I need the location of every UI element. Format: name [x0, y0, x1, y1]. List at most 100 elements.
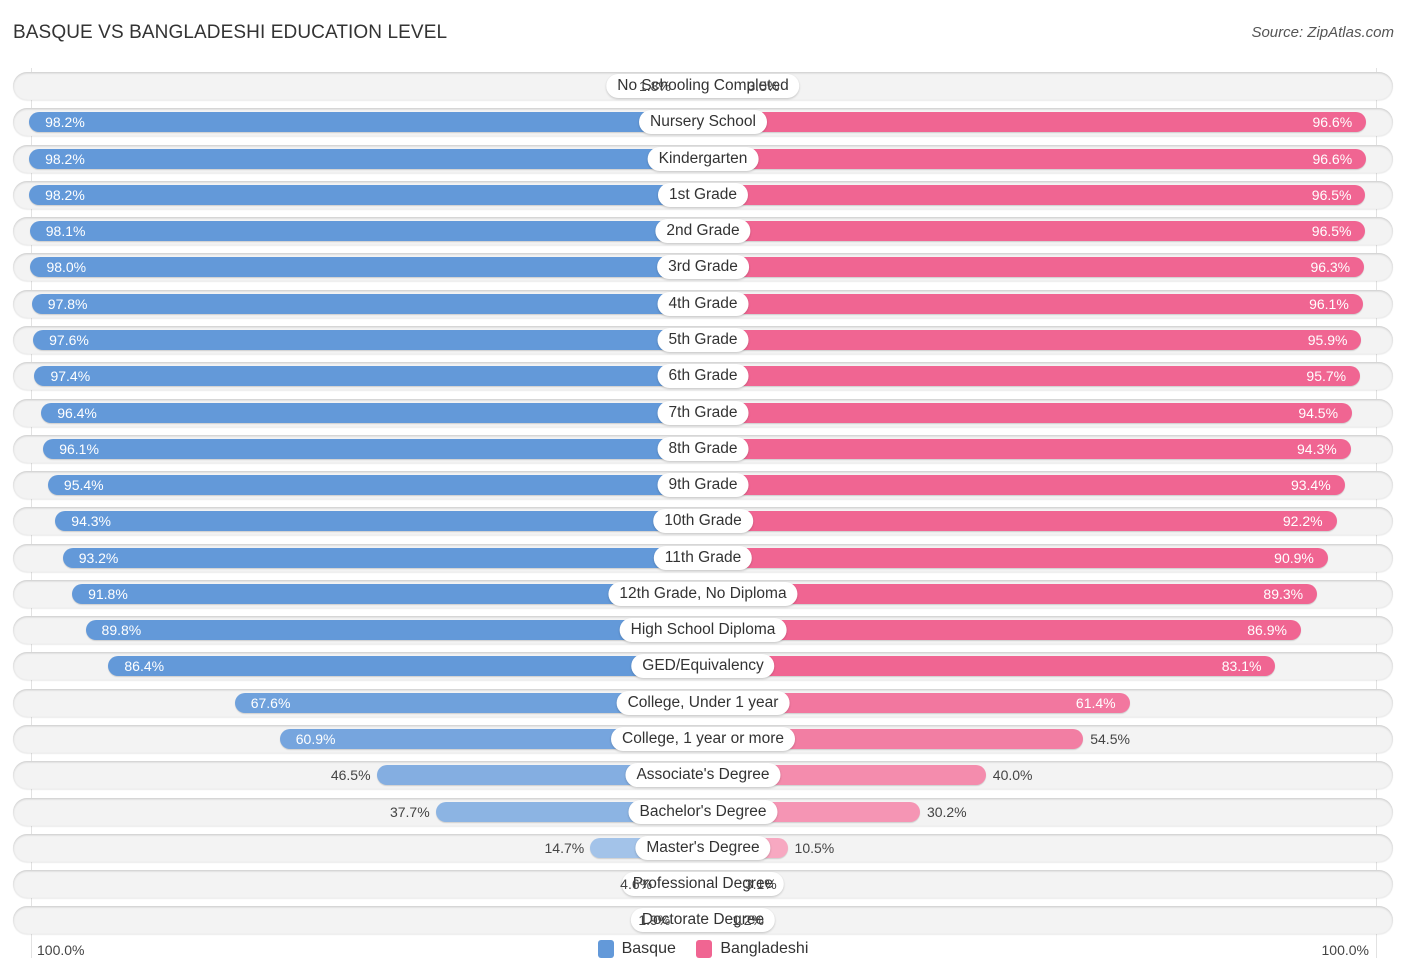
value-label-bangladeshi: 30.2% [926, 803, 967, 820]
value-label-basque: 96.4% [57, 404, 97, 421]
category-label: 3rd Grade [657, 255, 749, 280]
category-label: High School Diploma [619, 618, 787, 643]
category-label: 5th Grade [657, 327, 749, 352]
value-label-bangladeshi: 96.5% [1311, 223, 1352, 240]
chart-area: No Schooling Completed 1.8% 3.5% Nursery Sc… [0, 0, 1406, 975]
category-label: Nursery School [639, 110, 767, 135]
value-label-basque: 97.4% [50, 368, 91, 385]
bar-basque-4th-grade[interactable] [31, 293, 703, 314]
category-label: 12th Grade, No Diploma [608, 581, 798, 606]
value-label-bangladeshi: 89.3% [1263, 585, 1304, 602]
bar-basque-8th-grade[interactable] [43, 438, 703, 459]
category-label: Master's Degree [635, 835, 771, 860]
bar-basque-10th-grade[interactable] [55, 511, 703, 532]
value-label-basque: 96.1% [59, 440, 99, 457]
legend-swatch-bangladeshi [696, 940, 713, 958]
category-label: 8th Grade [657, 436, 749, 461]
bar-basque-1st-grade[interactable] [29, 184, 703, 205]
value-label-basque: 98.0% [46, 259, 87, 276]
bar-bangladeshi-6th-grade[interactable] [703, 366, 1361, 387]
bar-basque-kindergarten[interactable] [29, 148, 703, 169]
bar-bangladeshi-ged-equivalency[interactable] [703, 656, 1276, 677]
value-label-basque: 98.1% [45, 223, 86, 240]
bar-bangladeshi-4th-grade[interactable] [703, 293, 1363, 314]
bar-basque-5th-grade[interactable] [33, 329, 703, 350]
value-label-basque: 1.9% [638, 912, 671, 929]
bar-bangladeshi-3rd-grade[interactable] [703, 257, 1365, 278]
bar-basque-9th-grade[interactable] [47, 475, 703, 496]
legend-label-basque: Basque [621, 940, 676, 957]
value-label-bangladeshi: 40.0% [992, 767, 1033, 784]
value-label-basque: 1.8% [638, 78, 671, 94]
category-label: 7th Grade [657, 400, 749, 425]
bar-bangladeshi-kindergarten[interactable] [703, 148, 1367, 169]
category-label: 1st Grade [657, 182, 749, 207]
value-label-bangladeshi: 96.3% [1310, 259, 1351, 276]
value-label-basque: 14.7% [544, 839, 585, 856]
value-label-bangladeshi: 93.4% [1290, 477, 1331, 494]
bar-basque-ged-equivalency[interactable] [108, 656, 703, 677]
value-label-bangladeshi: 54.5% [1090, 731, 1130, 748]
category-label: 4th Grade [657, 291, 749, 316]
value-label-basque: 4.6% [620, 876, 653, 893]
value-label-basque: 60.9% [295, 731, 336, 748]
category-label: 6th Grade [657, 364, 749, 389]
bar-basque-7th-grade[interactable] [41, 402, 703, 423]
bar-bangladeshi-5th-grade[interactable] [703, 329, 1362, 350]
bar-bangladeshi-7th-grade[interactable] [703, 402, 1353, 423]
value-label-bangladeshi: 3.5% [747, 78, 780, 94]
bar-basque-3rd-grade[interactable] [30, 257, 703, 278]
value-label-bangladeshi: 96.1% [1309, 295, 1349, 312]
value-label-basque: 37.7% [389, 803, 430, 820]
bar-basque-11th-grade[interactable] [62, 547, 703, 568]
category-label: 11th Grade [653, 545, 753, 570]
value-label-bangladeshi: 95.9% [1307, 331, 1348, 348]
value-label-bangladeshi: 95.7% [1306, 368, 1347, 385]
category-label: College, 1 year or more [611, 727, 795, 752]
category-label: 2nd Grade [655, 219, 751, 244]
legend: Basque Bangladeshi [0, 940, 1406, 963]
value-label-bangladeshi: 96.5% [1311, 186, 1352, 203]
bar-basque-high-school-diploma[interactable] [85, 620, 703, 641]
bar-bangladeshi-11th-grade[interactable] [703, 547, 1328, 568]
value-label-bangladeshi: 94.5% [1298, 404, 1339, 421]
bar-bangladeshi-9th-grade[interactable] [703, 475, 1345, 496]
value-label-bangladeshi: 86.9% [1247, 622, 1287, 639]
value-label-bangladeshi: 94.3% [1297, 440, 1337, 457]
value-label-basque: 91.8% [88, 585, 128, 602]
value-label-bangladeshi: 1.2% [732, 912, 764, 929]
value-label-bangladeshi: 83.1% [1221, 658, 1262, 675]
legend-label-bangladeshi: Bangladeshi [720, 940, 809, 957]
bar-bangladeshi-2nd-grade[interactable] [703, 221, 1366, 242]
value-label-basque: 86.4% [124, 658, 165, 675]
value-label-basque: 97.8% [47, 295, 88, 312]
bar-bangladeshi-high-school-diploma[interactable] [703, 620, 1301, 641]
category-label: GED/Equivalency [631, 654, 775, 679]
bar-bangladeshi-1st-grade[interactable] [703, 184, 1366, 205]
category-label: Bachelor's Degree [628, 799, 778, 824]
category-label: College, Under 1 year [616, 690, 790, 715]
value-label-basque: 98.2% [45, 114, 85, 131]
legend-swatch-basque [597, 940, 614, 958]
bar-basque-6th-grade[interactable] [34, 366, 703, 387]
bar-bangladeshi-10th-grade[interactable] [703, 511, 1337, 532]
category-label: Associate's Degree [625, 763, 781, 788]
value-label-basque: 46.5% [330, 767, 371, 784]
value-label-basque: 93.2% [78, 549, 119, 566]
category-label: 10th Grade [653, 509, 753, 534]
value-label-bangladeshi: 96.6% [1312, 150, 1353, 167]
bar-basque-2nd-grade[interactable] [29, 221, 703, 242]
value-label-basque: 98.2% [45, 150, 85, 167]
value-label-bangladeshi: 92.2% [1282, 513, 1323, 530]
value-label-basque: 95.4% [63, 477, 104, 494]
value-label-basque: 67.6% [250, 694, 291, 711]
legend-item-basque[interactable]: Basque [597, 940, 676, 958]
bar-basque-nursery-school[interactable] [29, 112, 703, 133]
legend-item-bangladeshi[interactable]: Bangladeshi [696, 940, 808, 958]
bar-bangladeshi-nursery-school[interactable] [703, 112, 1367, 133]
value-label-bangladeshi: 3.1% [744, 876, 777, 893]
value-label-bangladeshi: 61.4% [1075, 694, 1116, 711]
category-label: 9th Grade [657, 473, 749, 498]
bar-bangladeshi-8th-grade[interactable] [703, 438, 1351, 459]
value-label-bangladeshi: 90.9% [1274, 549, 1314, 566]
